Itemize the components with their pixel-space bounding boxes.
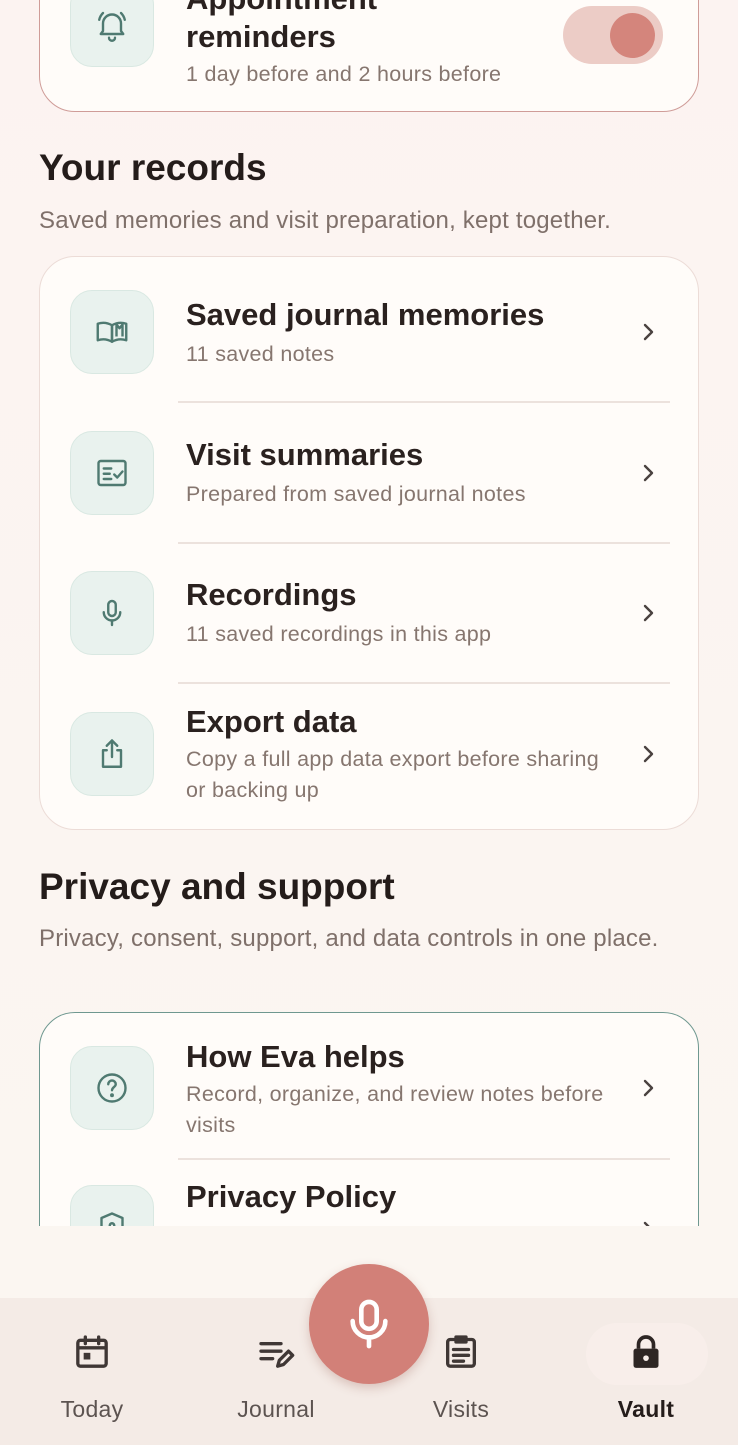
toggle-knob (610, 13, 655, 58)
privacy-section-subtitle: Privacy, consent, support, and data cont… (39, 925, 659, 952)
row-title: How Eva helps (186, 1039, 405, 1074)
row-subtitle: 11 saved notes (186, 342, 335, 366)
chevron-right-icon (643, 464, 654, 482)
nav-label: Visits (432, 1396, 490, 1422)
share-icon-tile (70, 712, 154, 796)
chevron-right-icon (643, 745, 654, 763)
mic-icon (350, 1299, 388, 1349)
nav-label: Today (60, 1396, 124, 1422)
row-title: Visit summaries (186, 437, 424, 472)
reminder-subtitle: 1 day before and 2 hours before (186, 62, 502, 86)
share-icon (101, 739, 123, 768)
bell-icon (98, 11, 126, 42)
row-title: Export data (186, 704, 357, 739)
shield-icon (100, 1212, 124, 1226)
row-subtitle: Prepared from saved journal notes (186, 482, 526, 506)
appointment-reminders-card[interactable]: Appointment reminders 1 day before and 2… (39, 0, 699, 112)
row-title: Privacy Policy (186, 1179, 397, 1214)
book-icon-tile (70, 290, 154, 374)
shield-icon-tile (70, 1185, 154, 1226)
visit-summaries-row[interactable]: Visit summaries Prepared from saved jour… (40, 403, 698, 543)
row-subtitle: Copy a full app data export before shari… (186, 747, 599, 802)
recordings-row[interactable]: Recordings 11 saved recordings in this a… (40, 544, 698, 684)
scroll-area[interactable]: Appointment reminders 1 day before and 2… (0, 0, 738, 1226)
mic-icon (102, 599, 122, 627)
nav-item-vault[interactable]: Vault (571, 1298, 721, 1445)
chevron-right-icon (643, 1221, 650, 1226)
row-subtitle: Record, organize, and review notes befor… (186, 1082, 604, 1137)
help-icon-tile (70, 1046, 154, 1130)
bell-icon-tile (70, 0, 154, 67)
help-icon (97, 1073, 127, 1103)
nav-label: Vault (617, 1396, 675, 1422)
checklist-icon-tile (70, 431, 154, 515)
records-section-title: Your records (39, 147, 267, 188)
row-title: Saved journal memories (186, 297, 545, 332)
chevron-right-icon (643, 1079, 654, 1097)
how-eva-helps-row[interactable]: How Eva helps Record, organize, and revi… (40, 1013, 698, 1158)
nav-item-today[interactable]: Today (17, 1298, 167, 1445)
edit-list-icon (259, 1342, 295, 1368)
checklist-icon (97, 459, 127, 487)
row-title: Recordings (186, 577, 357, 612)
reminder-toggle[interactable] (563, 6, 663, 64)
records-section-subtitle: Saved memories and visit preparation, ke… (39, 207, 612, 234)
records-card: Saved journal memories 11 saved notes Vi… (39, 256, 699, 830)
reminder-title-partial: Appointment (186, 0, 377, 17)
nav-label: Journal (237, 1396, 315, 1422)
saved-journal-memories-row[interactable]: Saved journal memories 11 saved notes (40, 257, 698, 401)
lock-icon (633, 1335, 659, 1368)
row-subtitle: 11 saved recordings in this app (186, 622, 492, 646)
record-mic-button[interactable] (309, 1264, 429, 1384)
export-data-row[interactable]: Export data Copy a full app data export … (40, 684, 698, 829)
mic-icon-tile (70, 571, 154, 655)
privacy-policy-row[interactable]: Privacy Policy (40, 1160, 698, 1226)
book-icon (96, 321, 128, 343)
chevron-right-icon (643, 604, 654, 622)
calendar-icon (76, 1335, 108, 1368)
reminder-title: reminders (186, 19, 336, 54)
chevron-right-icon (643, 323, 654, 341)
privacy-section-title: Privacy and support (39, 866, 395, 907)
clipboard-icon (446, 1335, 476, 1368)
privacy-card: How Eva helps Record, organize, and revi… (39, 1012, 699, 1226)
